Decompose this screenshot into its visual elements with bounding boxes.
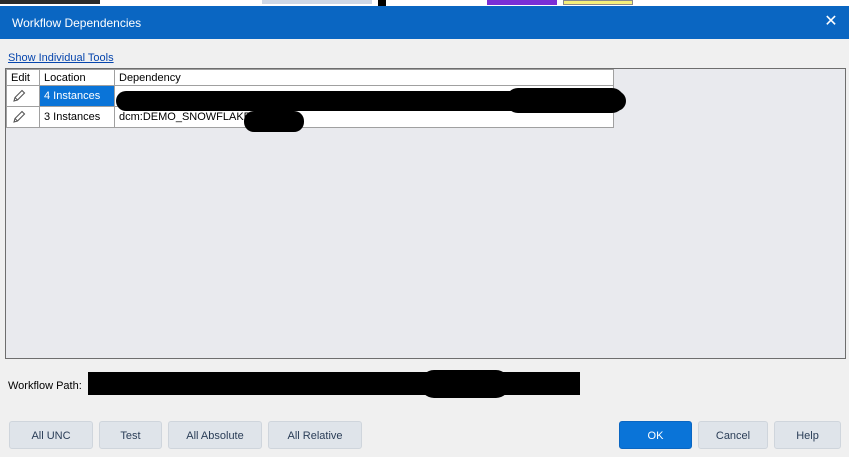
location-cell[interactable]: 4 Instances [39,85,115,107]
workflow-dependencies-dialog: Workflow Dependencies ✕ Show Individual … [0,6,849,457]
close-icon[interactable]: ✕ [821,12,841,32]
all-relative-button[interactable]: All Relative [268,421,362,449]
table-header-row: Edit Location Dependency [6,69,614,86]
workflow-path-label: Workflow Path: [8,380,82,392]
cancel-button[interactable]: Cancel [698,421,768,449]
background-app-title [0,0,100,4]
ok-button[interactable]: OK [619,421,692,449]
help-button[interactable]: Help [774,421,841,449]
background-tool-yellow [563,0,633,5]
column-header-edit: Edit [6,69,40,86]
pencil-icon[interactable] [11,109,27,125]
show-individual-tools-link[interactable]: Show Individual Tools [8,52,114,64]
dialog-titlebar: Workflow Dependencies ✕ [0,6,849,39]
all-unc-button[interactable]: All UNC [9,421,93,449]
background-toolbar-item [262,0,372,4]
test-button[interactable]: Test [99,421,162,449]
redaction-mark [506,88,624,113]
background-tool-purple [487,0,557,5]
column-header-dependency: Dependency [114,69,614,86]
edit-cell[interactable] [6,106,40,128]
dialog-title: Workflow Dependencies [12,16,142,30]
edit-cell[interactable] [6,85,40,107]
location-cell[interactable]: 3 Instances [39,106,115,128]
column-header-location: Location [39,69,115,86]
redaction-mark [420,370,510,398]
all-absolute-button[interactable]: All Absolute [168,421,262,449]
pencil-icon[interactable] [11,88,27,104]
redaction-mark [244,111,304,132]
dependencies-panel: Edit Location Dependency 4 Instances 3 I… [5,68,846,359]
